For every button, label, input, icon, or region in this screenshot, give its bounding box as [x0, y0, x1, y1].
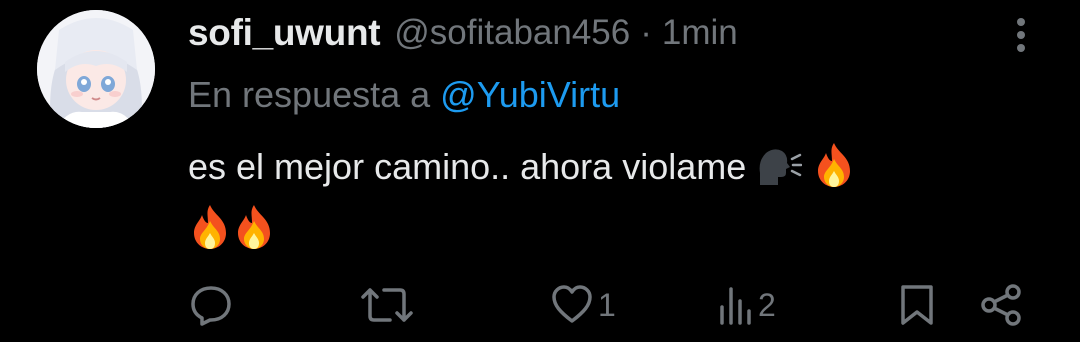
separator-dot: ·	[640, 13, 652, 52]
views-count: 2	[758, 286, 776, 323]
reply-context: En respuesta a @YubiVirtu	[188, 74, 620, 116]
fire-icon	[812, 141, 856, 202]
speaking-head-icon	[756, 145, 803, 202]
avatar[interactable]	[37, 10, 155, 128]
more-vertical-icon	[1017, 18, 1025, 52]
retweet-icon	[361, 288, 413, 322]
more-options-button[interactable]	[1008, 14, 1034, 56]
timestamp[interactable]: 1min	[662, 13, 738, 53]
like-count: 1	[598, 286, 616, 323]
bookmark-icon	[901, 285, 933, 325]
share-icon	[981, 284, 1021, 326]
avatar-image	[37, 10, 155, 128]
display-name[interactable]: sofi_uwunt	[188, 12, 381, 54]
reply-icon	[191, 286, 231, 326]
heart-icon	[552, 285, 592, 323]
reply-mention-link[interactable]: @YubiVirtu	[440, 74, 620, 115]
fire-icon	[232, 203, 276, 264]
reply-button[interactable]	[188, 280, 238, 330]
tweet-text: es el mejor camino.. ahora violame	[188, 140, 1048, 264]
share-button[interactable]	[978, 280, 1024, 330]
views-icon	[720, 287, 751, 325]
bookmark-button[interactable]	[898, 280, 936, 330]
tweet-body: es el mejor camino.. ahora violame	[188, 146, 747, 187]
like-button[interactable]: 1	[550, 280, 616, 330]
reply-prefix: En respuesta a	[188, 74, 431, 115]
tweet-header: sofi_uwunt @sofitaban456 · 1min	[188, 10, 738, 56]
retweet-button[interactable]	[360, 280, 418, 330]
tweet-actions: 1 2	[0, 280, 1080, 330]
fire-icon	[188, 203, 232, 264]
views-button[interactable]: 2	[718, 280, 776, 330]
user-handle[interactable]: @sofitaban456	[394, 13, 630, 53]
